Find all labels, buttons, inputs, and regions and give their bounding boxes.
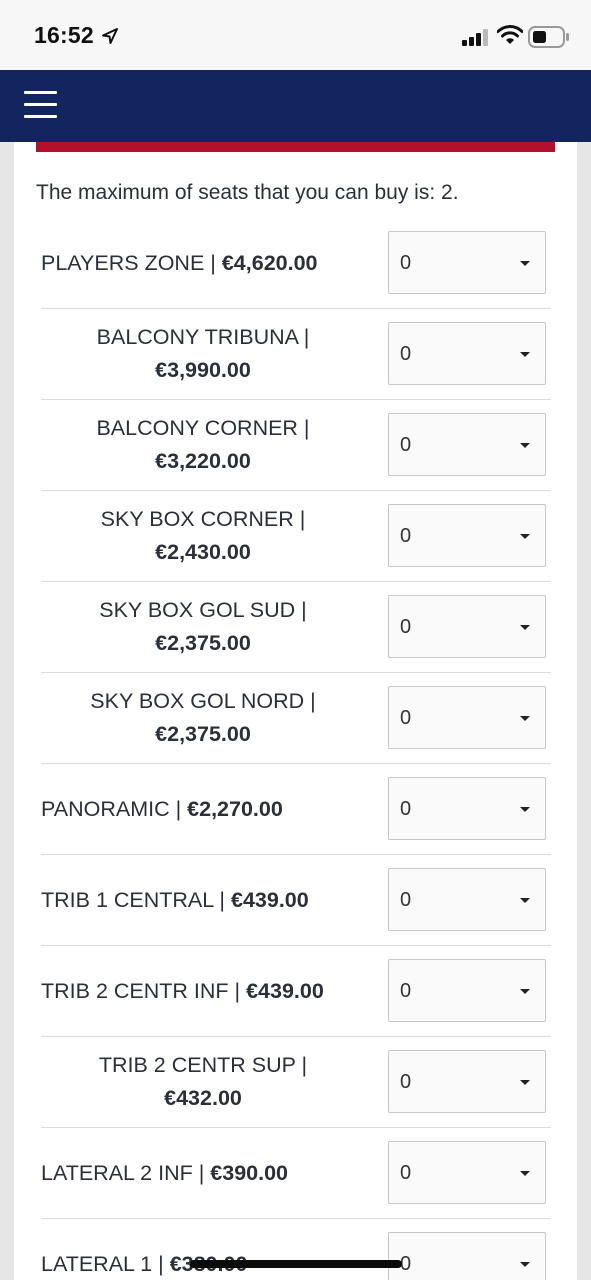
- home-indicator[interactable]: [190, 1260, 402, 1268]
- seat-row: TRIB 1 CENTRAL | €439.00 0: [41, 855, 551, 946]
- caret-down-icon: [520, 534, 530, 539]
- seat-label: TRIB 2 CENTR INF | €439.00: [41, 975, 365, 1008]
- caret-down-icon: [520, 716, 530, 721]
- seat-price: €432.00: [164, 1086, 242, 1110]
- max-seats-notice: The maximum of seats that you can buy is…: [36, 181, 459, 204]
- quantity-select[interactable]: 0: [388, 322, 546, 385]
- seat-label: TRIB 1 CENTRAL | €439.00: [41, 884, 365, 917]
- caret-down-icon: [520, 352, 530, 357]
- caret-down-icon: [520, 807, 530, 812]
- seat-price: €390.00: [210, 1160, 289, 1185]
- quantity-select[interactable]: 0: [388, 868, 546, 931]
- quantity-select[interactable]: 0: [388, 1050, 546, 1113]
- status-time: 16:52: [34, 22, 94, 48]
- seat-price: €3,220.00: [155, 449, 251, 473]
- quantity-value: 0: [400, 525, 412, 547]
- seat-row: PANORAMIC | €2,270.00 0: [41, 764, 551, 855]
- top-navbar: [0, 70, 591, 142]
- seat-row: TRIB 2 CENTR SUP | €432.00 0: [41, 1037, 551, 1128]
- seat-price: €439.00: [230, 887, 309, 912]
- quantity-select[interactable]: 0: [388, 504, 546, 567]
- seat-label: SKY BOX GOL NORD | €2,375.00: [41, 685, 365, 751]
- seat-name: TRIB 2 CENTR SUP |: [98, 1053, 308, 1077]
- battery-icon: [528, 26, 569, 48]
- seat-label: TRIB 2 CENTR SUP | €432.00: [41, 1049, 365, 1115]
- quantity-value: 0: [400, 1162, 412, 1184]
- quantity-value: 0: [400, 1071, 412, 1093]
- seat-name: BALCONY CORNER |: [96, 416, 310, 440]
- seat-label: PANORAMIC | €2,270.00: [41, 793, 365, 826]
- caret-down-icon: [520, 625, 530, 630]
- quantity-select[interactable]: 0: [388, 595, 546, 658]
- caret-down-icon: [520, 1262, 530, 1267]
- quantity-value: 0: [400, 616, 412, 638]
- seat-price: €2,270.00: [187, 796, 283, 821]
- seat-name: SKY BOX GOL NORD |: [90, 689, 316, 713]
- seat-label: SKY BOX CORNER | €2,430.00: [41, 503, 365, 569]
- location-arrow-icon: [102, 28, 118, 44]
- quantity-select[interactable]: 0: [388, 231, 546, 294]
- seat-name: LATERAL 1 |: [41, 1251, 164, 1276]
- quantity-select[interactable]: 0: [388, 777, 546, 840]
- seat-row: SKY BOX GOL NORD | €2,375.00 0: [41, 673, 551, 764]
- seat-row: TRIB 2 CENTR INF | €439.00 0: [41, 946, 551, 1037]
- seat-name: PLAYERS ZONE |: [41, 250, 216, 275]
- quantity-value: 0: [400, 798, 412, 820]
- quantity-value: 0: [400, 343, 412, 365]
- caret-down-icon: [520, 989, 530, 994]
- seat-price: €2,375.00: [155, 722, 251, 746]
- quantity-value: 0: [400, 252, 412, 274]
- status-bar: 16:52: [0, 0, 591, 70]
- seat-label: PLAYERS ZONE | €4,620.00: [41, 247, 365, 280]
- seat-name: BALCONY TRIBUNA |: [96, 325, 310, 349]
- quantity-select[interactable]: 0: [388, 1141, 546, 1204]
- seat-price: €2,375.00: [155, 631, 251, 655]
- seat-name: TRIB 1 CENTRAL |: [41, 887, 225, 912]
- hamburger-menu-icon[interactable]: [24, 91, 57, 119]
- seat-row: BALCONY TRIBUNA | €3,990.00 0: [41, 309, 551, 400]
- cellular-signal-icon: [462, 29, 488, 46]
- seat-row: LATERAL 2 INF | €390.00 0: [41, 1128, 551, 1219]
- wifi-icon: [497, 25, 523, 44]
- seat-label: LATERAL 2 INF | €390.00: [41, 1157, 365, 1190]
- seat-price: €2,430.00: [155, 540, 251, 564]
- seat-row: BALCONY CORNER | €3,220.00 0: [41, 400, 551, 491]
- seat-label: BALCONY CORNER | €3,220.00: [41, 412, 365, 478]
- seat-price: €3,990.00: [155, 358, 251, 382]
- seat-name: SKY BOX CORNER |: [100, 507, 306, 531]
- quantity-value: 0: [400, 434, 412, 456]
- caret-down-icon: [520, 261, 530, 266]
- caret-down-icon: [520, 1171, 530, 1176]
- quantity-select[interactable]: 0: [388, 686, 546, 749]
- seat-name: LATERAL 2 INF |: [41, 1160, 205, 1185]
- caret-down-icon: [520, 898, 530, 903]
- quantity-value: 0: [400, 889, 412, 911]
- accent-strip: [36, 142, 555, 152]
- seat-row: SKY BOX CORNER | €2,430.00 0: [41, 491, 551, 582]
- seat-list: PLAYERS ZONE | €4,620.00 0 BALCONY TRIBU…: [41, 218, 551, 1280]
- seat-price: €4,620.00: [221, 250, 318, 275]
- quantity-select[interactable]: 0: [388, 959, 546, 1022]
- quantity-select[interactable]: 0: [388, 1232, 546, 1280]
- caret-down-icon: [520, 1080, 530, 1085]
- seat-selection-card: The maximum of seats that you can buy is…: [14, 142, 577, 1280]
- caret-down-icon: [520, 443, 530, 448]
- quantity-value: 0: [400, 707, 412, 729]
- seat-label: SKY BOX GOL SUD | €2,375.00: [41, 594, 365, 660]
- quantity-select[interactable]: 0: [388, 413, 546, 476]
- seat-price: €439.00: [246, 978, 324, 1003]
- quantity-value: 0: [400, 980, 412, 1002]
- seat-label: BALCONY TRIBUNA | €3,990.00: [41, 321, 365, 387]
- seat-row: LATERAL 1 | €380.00 0: [41, 1219, 551, 1280]
- seat-row: SKY BOX GOL SUD | €2,375.00 0: [41, 582, 551, 673]
- seat-name: TRIB 2 CENTR INF |: [41, 978, 241, 1003]
- seat-name: SKY BOX GOL SUD |: [99, 598, 307, 622]
- seat-name: PANORAMIC |: [41, 796, 182, 821]
- seat-row: PLAYERS ZONE | €4,620.00 0: [41, 218, 551, 309]
